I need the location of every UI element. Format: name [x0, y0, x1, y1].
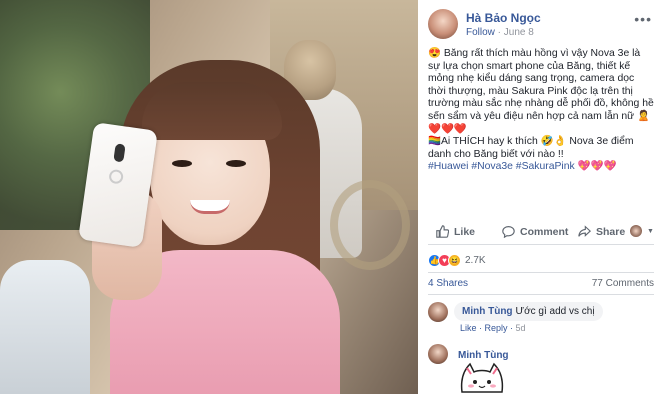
author-name[interactable]: Hà Bảo Ngọc [466, 11, 541, 25]
post-hashtags[interactable]: #Huawei #Nova3e #SakuraPink 💖💖💖 [428, 161, 654, 174]
share-button[interactable]: Share [578, 225, 625, 238]
post-text: 😍 Băng rất thích màu hồng vì vậy Nova 3e… [428, 48, 654, 174]
commenter-avatar[interactable] [428, 302, 448, 322]
post-photo[interactable] [0, 0, 418, 394]
share-label: Share [596, 225, 626, 238]
background-person-left [0, 260, 90, 394]
post-date[interactable]: June 8 [504, 27, 534, 38]
post-text-line: 😍 Băng rất thích màu hồng vì vậy Nova 3e… [428, 48, 654, 135]
post-text-line: 🏳️‍🌈Ai THÍCH hay k thích 🤣👌 Nova 3e điểm… [428, 136, 634, 160]
comment-text: Ước gì add vs chị [515, 306, 595, 317]
phone-camera [113, 143, 126, 163]
comment-label: Comment [520, 225, 569, 238]
girl-eye-right [226, 160, 246, 167]
haha-reaction-icon: 😆 [448, 253, 461, 267]
share-icon [578, 225, 591, 237]
comments-count[interactable]: 77 Comments [592, 278, 654, 289]
reaction-count: 2.7K [465, 254, 486, 266]
comment-time[interactable]: 5d [516, 323, 526, 333]
chevron-down-icon: ▼ [647, 227, 654, 235]
comment-bubble: Minh Tùng Ước gì add vs chị [454, 302, 603, 321]
more-options-icon[interactable]: ••• [634, 11, 652, 27]
comment-item: Minh Tùng Ước gì add vs chị Like · Reply … [428, 302, 654, 338]
post-panel: Hà Bảo Ngọc Follow · June 8 ••• 😍 Băng r… [418, 0, 660, 394]
phone-fingerprint-sensor [108, 168, 125, 185]
divider [428, 244, 654, 245]
cat-sticker-icon [460, 362, 504, 393]
comment-reply-link[interactable]: Reply [485, 323, 508, 333]
divider [428, 272, 654, 273]
reaction-summary[interactable]: 👍 ♥ 😆 2.7K [428, 252, 486, 268]
background-chair [330, 180, 410, 270]
comment-actions: Like · Reply · 5d [460, 323, 526, 333]
author-avatar[interactable] [428, 9, 458, 39]
comment-button[interactable]: Comment [502, 225, 568, 238]
post-header: Hà Bảo Ngọc Follow · June 8 ••• [428, 9, 654, 41]
commenter-avatar[interactable] [428, 344, 448, 364]
commenter-name[interactable]: Minh Tùng [458, 350, 509, 361]
divider [428, 294, 654, 295]
girl-bangs [142, 82, 282, 140]
comment-icon [502, 226, 515, 238]
like-button[interactable]: Like [436, 225, 475, 238]
follow-link[interactable]: Follow [466, 27, 495, 38]
thumbs-up-icon [436, 225, 449, 238]
action-bar: Like Comment Share ▼ [428, 222, 654, 242]
reaction-selector[interactable]: ▼ [630, 225, 654, 237]
meta-separator: · [494, 27, 504, 38]
like-label: Like [454, 225, 476, 238]
commenter-name[interactable]: Minh Tùng [462, 306, 513, 317]
reaction-avatar-icon [630, 225, 642, 237]
post-meta: Follow · June 8 [466, 27, 534, 38]
comment-like-link[interactable]: Like [460, 323, 477, 333]
girl-eye-left [172, 160, 192, 167]
shares-count[interactable]: 4 Shares [428, 278, 468, 289]
